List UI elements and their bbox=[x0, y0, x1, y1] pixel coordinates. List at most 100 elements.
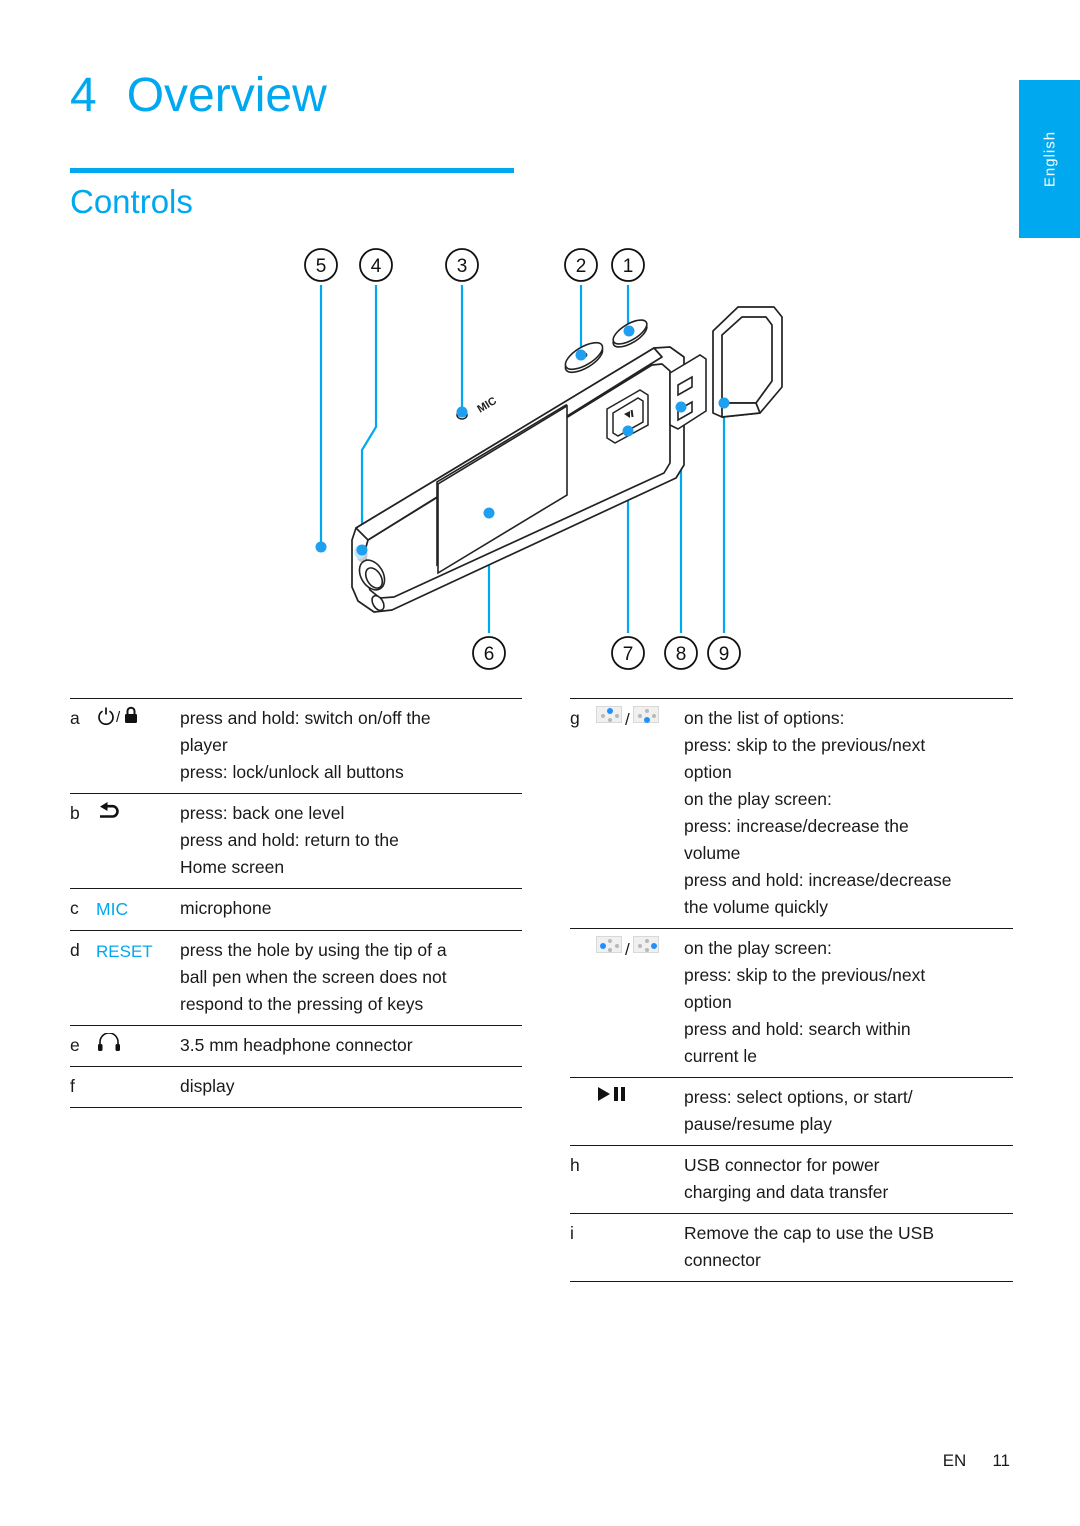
row-description: microphone bbox=[180, 895, 522, 923]
icon-separator: / bbox=[625, 940, 630, 959]
navpad-up-down-icon: / bbox=[596, 705, 684, 921]
row-line: press and hold: switch on/off the bbox=[180, 708, 431, 728]
row-line: connector bbox=[684, 1250, 761, 1270]
row-key: a bbox=[70, 708, 80, 728]
row-description: press the hole by using the tip of a bal… bbox=[180, 937, 522, 1018]
row-line: option bbox=[684, 992, 732, 1012]
svg-text:3: 3 bbox=[457, 256, 468, 277]
row-line: display bbox=[180, 1076, 235, 1096]
table-row: c MIC microphone bbox=[70, 888, 522, 930]
footer-page-number: 11 bbox=[992, 1451, 1010, 1470]
row-line: press: increase/decrease the bbox=[684, 816, 909, 836]
row-key: f bbox=[70, 1076, 75, 1096]
chapter-title: Overview bbox=[126, 69, 327, 122]
row-description: Remove the cap to use the USB connector bbox=[684, 1220, 1013, 1274]
row-description: USB connector for power charging and dat… bbox=[684, 1152, 1013, 1206]
navpad-down-icon bbox=[632, 706, 659, 723]
row-line: press: lock/unlock all buttons bbox=[180, 762, 404, 782]
table-row: g / on the list of options: press: skip … bbox=[570, 698, 1013, 928]
chapter-number: 4 bbox=[70, 69, 97, 122]
table-row: h USB connector for power charging and d… bbox=[570, 1145, 1013, 1213]
row-line: Remove the cap to use the USB bbox=[684, 1223, 934, 1243]
row-line: press: select options, or start/ bbox=[684, 1087, 913, 1107]
row-line: on the list of options: bbox=[684, 708, 845, 728]
row-description: press: select options, or start/ pause/r… bbox=[684, 1084, 1013, 1138]
row-line: player bbox=[180, 735, 228, 755]
row-description: 3.5 mm headphone connector bbox=[180, 1032, 522, 1059]
table-row: d RESET press the hole by using the tip … bbox=[70, 930, 522, 1025]
row-line: press and hold: return to the bbox=[180, 830, 399, 850]
svg-text:5: 5 bbox=[316, 256, 327, 277]
row-line: microphone bbox=[180, 898, 272, 918]
footer-locale: EN bbox=[942, 1451, 967, 1470]
row-line: press: back one level bbox=[180, 803, 345, 823]
back-arrow-icon bbox=[96, 800, 180, 881]
play-pause-icon bbox=[596, 1084, 684, 1138]
navpad-left-right-icon: / bbox=[596, 935, 684, 1070]
section-title: Controls bbox=[70, 183, 193, 220]
chapter-heading: 4 Overview bbox=[70, 68, 327, 123]
controls-table-right: g / on the list of options: press: skip … bbox=[570, 698, 1013, 1282]
svg-text:4: 4 bbox=[371, 256, 382, 277]
navpad-left-icon bbox=[596, 936, 622, 953]
reset-label: RESET bbox=[96, 942, 153, 961]
row-description: on the play screen: press: skip to the p… bbox=[684, 935, 1013, 1070]
svg-text:2: 2 bbox=[576, 256, 587, 277]
page-footer: EN 11 bbox=[943, 1451, 1010, 1471]
navpad-up-icon bbox=[596, 706, 622, 723]
row-line: press: skip to the previous/next bbox=[684, 965, 926, 985]
row-line: volume bbox=[684, 843, 741, 863]
row-key: i bbox=[570, 1223, 574, 1243]
row-line: the volume quickly bbox=[684, 897, 828, 917]
table-row: b press: back one level press and hold: … bbox=[70, 793, 522, 888]
no-icon bbox=[596, 1152, 684, 1206]
table-row: e 3.5 mm headphone connector bbox=[70, 1025, 522, 1066]
mp3-player-controls-illustration: 5 4 3 2 1 6 7 8 9 MIC bbox=[0, 235, 1010, 680]
svg-text:6: 6 bbox=[484, 644, 495, 665]
no-icon bbox=[596, 1220, 684, 1274]
mic-label: MIC bbox=[475, 395, 499, 416]
row-key: d bbox=[70, 940, 80, 960]
row-line: press: skip to the previous/next bbox=[684, 735, 926, 755]
table-row: f display bbox=[70, 1066, 522, 1108]
row-line: current le bbox=[684, 1046, 757, 1066]
row-key: b bbox=[70, 803, 80, 823]
row-line: on the play screen: bbox=[684, 789, 832, 809]
table-row: / on the play screen: press: skip to the… bbox=[570, 928, 1013, 1077]
row-line: ball pen when the screen does not bbox=[180, 967, 447, 987]
row-line: press and hold: search within bbox=[684, 1019, 911, 1039]
mic-label: MIC bbox=[96, 899, 129, 919]
row-key bbox=[570, 1084, 596, 1138]
row-description: display bbox=[180, 1073, 522, 1100]
no-icon bbox=[96, 1073, 180, 1100]
row-line: pause/resume play bbox=[684, 1114, 832, 1134]
headphone-icon bbox=[96, 1032, 180, 1059]
table-row: press: select options, or start/ pause/r… bbox=[570, 1077, 1013, 1145]
row-line: on the play screen: bbox=[684, 938, 832, 958]
svg-text:1: 1 bbox=[623, 256, 634, 277]
row-key: c bbox=[70, 898, 79, 918]
svg-text:/: / bbox=[116, 709, 121, 726]
row-description: press and hold: switch on/off the player… bbox=[180, 705, 522, 786]
svg-text:8: 8 bbox=[676, 644, 687, 665]
controls-table-left: a / press and hold: switch on/off the pl… bbox=[70, 698, 522, 1108]
language-tab: English bbox=[1019, 80, 1080, 238]
table-row: a / press and hold: switch on/off the pl… bbox=[70, 698, 522, 793]
row-description: press: back one level press and hold: re… bbox=[180, 800, 522, 881]
row-line: respond to the pressing of keys bbox=[180, 994, 424, 1014]
row-key: h bbox=[570, 1155, 580, 1175]
language-tab-label: English bbox=[1041, 130, 1058, 188]
row-line: press the hole by using the tip of a bbox=[180, 940, 447, 960]
heading-divider bbox=[70, 168, 514, 173]
row-description: on the list of options: press: skip to t… bbox=[684, 705, 1013, 921]
icon-separator: / bbox=[625, 710, 630, 729]
table-row: i Remove the cap to use the USB connecto… bbox=[570, 1213, 1013, 1282]
row-key bbox=[570, 935, 596, 1070]
row-line: USB connector for power bbox=[684, 1155, 880, 1175]
row-line: charging and data transfer bbox=[684, 1182, 889, 1202]
row-key: e bbox=[70, 1035, 80, 1055]
row-line: option bbox=[684, 762, 732, 782]
power-lock-icon: / bbox=[96, 705, 180, 786]
svg-text:7: 7 bbox=[623, 644, 634, 665]
svg-text:9: 9 bbox=[719, 644, 730, 665]
